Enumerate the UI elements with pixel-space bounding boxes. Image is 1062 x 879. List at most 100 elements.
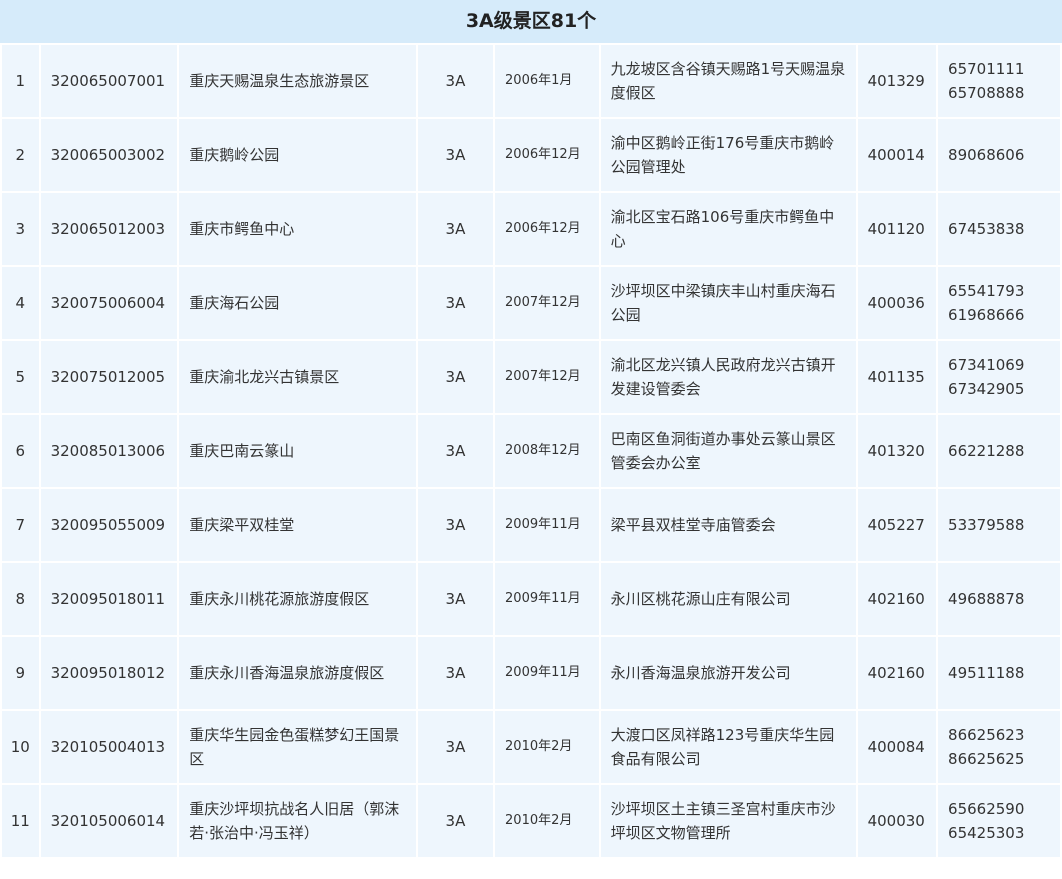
spot-level: 3A [417, 119, 494, 191]
row-number: 11 [2, 785, 39, 857]
postal-code: 401320 [857, 415, 937, 487]
table-row: 9 320095018012 重庆永川香海温泉旅游度假区 3A 2009年11月… [2, 637, 1060, 709]
rating-date: 2009年11月 [495, 637, 599, 709]
spot-code: 320065007001 [40, 45, 178, 117]
spot-code: 320065003002 [40, 119, 178, 191]
table-row: 8 320095018011 重庆永川桃花源旅游度假区 3A 2009年11月 … [2, 563, 1060, 635]
phone-number: 65541793 61968666 [938, 267, 1060, 339]
table-row: 10 320105004013 重庆华生园金色蛋糕梦幻王国景区 3A 2010年… [2, 711, 1060, 783]
postal-code: 405227 [857, 489, 937, 561]
spot-address: 梁平县双桂堂寺庙管委会 [600, 489, 856, 561]
postal-code: 401120 [857, 193, 937, 265]
table-row: 7 320095055009 重庆梁平双桂堂 3A 2009年11月 梁平县双桂… [2, 489, 1060, 561]
postal-code: 400014 [857, 119, 937, 191]
table-row: 1 320065007001 重庆天赐温泉生态旅游景区 3A 2006年1月 九… [2, 45, 1060, 117]
spot-level: 3A [417, 711, 494, 783]
phone-number: 65662590 65425303 [938, 785, 1060, 857]
row-number: 7 [2, 489, 39, 561]
spot-name: 重庆永川香海温泉旅游度假区 [179, 637, 416, 709]
postal-code: 400036 [857, 267, 937, 339]
phone-number: 65701111 65708888 [938, 45, 1060, 117]
row-number: 8 [2, 563, 39, 635]
postal-code: 402160 [857, 637, 937, 709]
rating-date: 2006年12月 [495, 119, 599, 191]
rating-date: 2010年2月 [495, 711, 599, 783]
spot-level: 3A [417, 637, 494, 709]
table-row: 4 320075006004 重庆海石公园 3A 2007年12月 沙坪坝区中梁… [2, 267, 1060, 339]
table-row: 11 320105006014 重庆沙坪坝抗战名人旧居（郭沫若·张治中·冯玉祥）… [2, 785, 1060, 857]
table-title: 3A级景区81个 [0, 0, 1062, 45]
spot-name: 重庆沙坪坝抗战名人旧居（郭沫若·张治中·冯玉祥） [179, 785, 416, 857]
spot-name: 重庆巴南云篆山 [179, 415, 416, 487]
spot-address: 大渡口区凤祥路123号重庆华生园食品有限公司 [600, 711, 856, 783]
spot-name: 重庆海石公园 [179, 267, 416, 339]
scenic-spot-table: 1 320065007001 重庆天赐温泉生态旅游景区 3A 2006年1月 九… [0, 43, 1062, 859]
phone-number: 49511188 [938, 637, 1060, 709]
spot-name: 重庆华生园金色蛋糕梦幻王国景区 [179, 711, 416, 783]
table-row: 2 320065003002 重庆鹅岭公园 3A 2006年12月 渝中区鹅岭正… [2, 119, 1060, 191]
spot-level: 3A [417, 785, 494, 857]
rating-date: 2007年12月 [495, 267, 599, 339]
spot-address: 沙坪坝区土主镇三圣宫村重庆市沙坪坝区文物管理所 [600, 785, 856, 857]
row-number: 2 [2, 119, 39, 191]
phone-number: 67453838 [938, 193, 1060, 265]
rating-date: 2006年1月 [495, 45, 599, 117]
phone-number: 89068606 [938, 119, 1060, 191]
spot-address: 渝北区龙兴镇人民政府龙兴古镇开发建设管委会 [600, 341, 856, 413]
spot-name: 重庆永川桃花源旅游度假区 [179, 563, 416, 635]
spot-code: 320105004013 [40, 711, 178, 783]
spot-code: 320095018011 [40, 563, 178, 635]
row-number: 1 [2, 45, 39, 117]
spot-name: 重庆市鳄鱼中心 [179, 193, 416, 265]
row-number: 9 [2, 637, 39, 709]
spot-address: 渝北区宝石路106号重庆市鳄鱼中心 [600, 193, 856, 265]
phone-number: 49688878 [938, 563, 1060, 635]
spot-name: 重庆天赐温泉生态旅游景区 [179, 45, 416, 117]
postal-code: 401329 [857, 45, 937, 117]
spot-address: 九龙坡区含谷镇天赐路1号天赐温泉度假区 [600, 45, 856, 117]
spot-code: 320075006004 [40, 267, 178, 339]
spot-code: 320095018012 [40, 637, 178, 709]
spot-address: 渝中区鹅岭正街176号重庆市鹅岭公园管理处 [600, 119, 856, 191]
spot-level: 3A [417, 415, 494, 487]
spot-address: 沙坪坝区中梁镇庆丰山村重庆海石公园 [600, 267, 856, 339]
rating-date: 2010年2月 [495, 785, 599, 857]
spot-name: 重庆梁平双桂堂 [179, 489, 416, 561]
table-row: 3 320065012003 重庆市鳄鱼中心 3A 2006年12月 渝北区宝石… [2, 193, 1060, 265]
spot-name: 重庆鹅岭公园 [179, 119, 416, 191]
rating-date: 2007年12月 [495, 341, 599, 413]
row-number: 4 [2, 267, 39, 339]
row-number: 6 [2, 415, 39, 487]
postal-code: 400030 [857, 785, 937, 857]
phone-number: 86625623 86625625 [938, 711, 1060, 783]
spot-code: 320065012003 [40, 193, 178, 265]
phone-number: 53379588 [938, 489, 1060, 561]
spot-level: 3A [417, 45, 494, 117]
spot-level: 3A [417, 193, 494, 265]
rating-date: 2009年11月 [495, 563, 599, 635]
phone-number: 66221288 [938, 415, 1060, 487]
table-row: 5 320075012005 重庆渝北龙兴古镇景区 3A 2007年12月 渝北… [2, 341, 1060, 413]
row-number: 10 [2, 711, 39, 783]
rating-date: 2006年12月 [495, 193, 599, 265]
spot-level: 3A [417, 563, 494, 635]
table-body: 1 320065007001 重庆天赐温泉生态旅游景区 3A 2006年1月 九… [2, 45, 1060, 857]
spot-code: 320105006014 [40, 785, 178, 857]
rating-date: 2009年11月 [495, 489, 599, 561]
spot-address: 巴南区鱼洞街道办事处云篆山景区管委会办公室 [600, 415, 856, 487]
spot-level: 3A [417, 341, 494, 413]
row-number: 5 [2, 341, 39, 413]
spot-name: 重庆渝北龙兴古镇景区 [179, 341, 416, 413]
spot-code: 320095055009 [40, 489, 178, 561]
spot-code: 320075012005 [40, 341, 178, 413]
spot-code: 320085013006 [40, 415, 178, 487]
postal-code: 401135 [857, 341, 937, 413]
spot-address: 永川区桃花源山庄有限公司 [600, 563, 856, 635]
spot-address: 永川香海温泉旅游开发公司 [600, 637, 856, 709]
row-number: 3 [2, 193, 39, 265]
scenic-spot-table-container: 3A级景区81个 1 320065007001 重庆天赐温泉生态旅游景区 3A … [0, 0, 1062, 879]
spot-level: 3A [417, 267, 494, 339]
phone-number: 67341069 67342905 [938, 341, 1060, 413]
rating-date: 2008年12月 [495, 415, 599, 487]
postal-code: 400084 [857, 711, 937, 783]
